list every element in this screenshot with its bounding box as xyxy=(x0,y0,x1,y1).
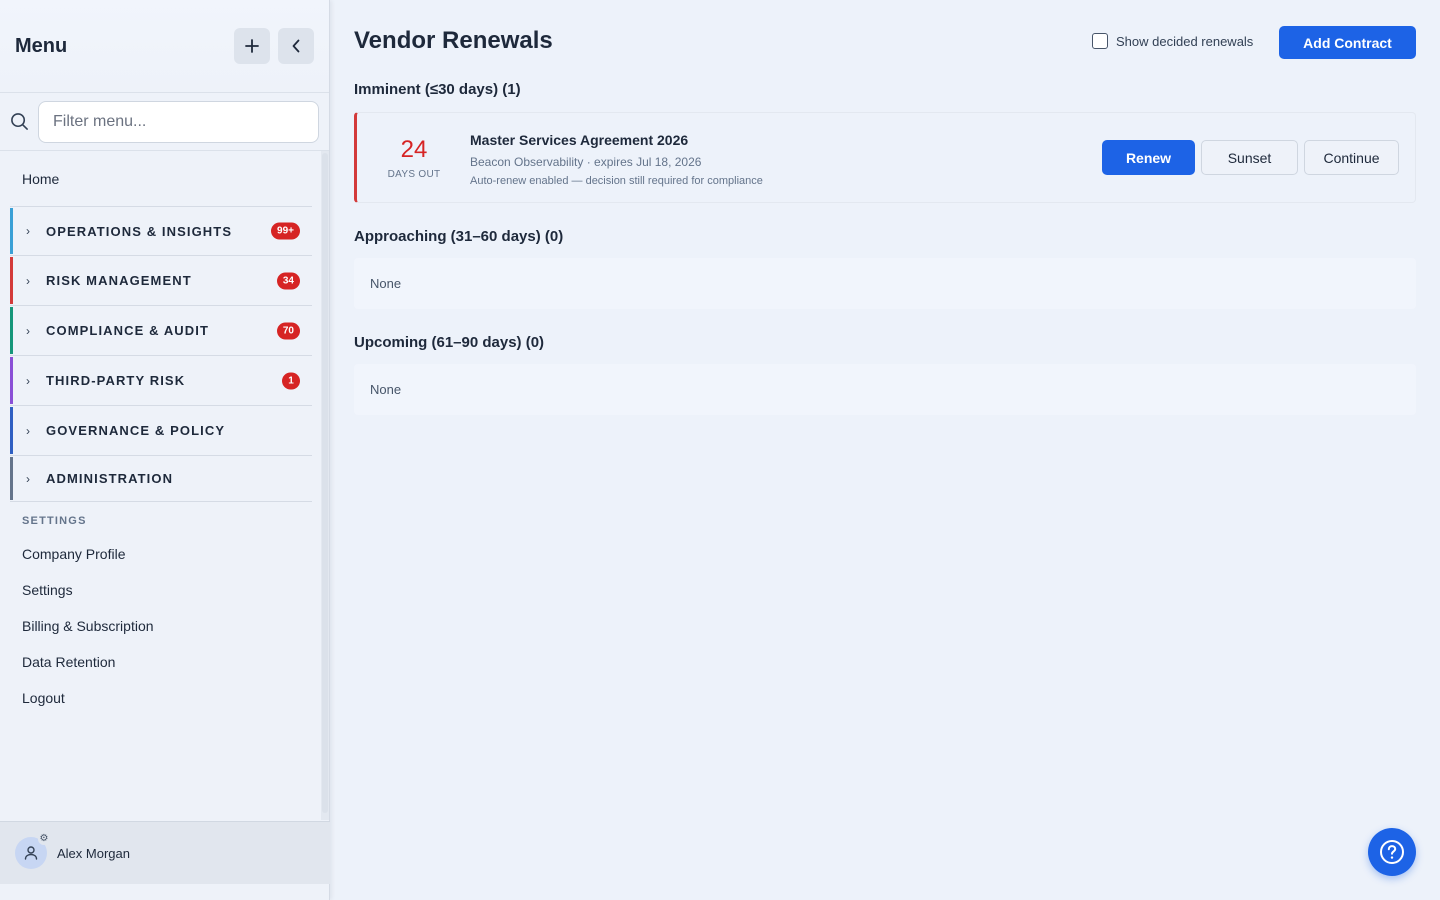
section-label: ADMINISTRATION xyxy=(46,471,174,486)
avatar[interactable]: ⚙ xyxy=(15,833,50,869)
empty-state-approaching: None xyxy=(354,258,1416,309)
chevron-right-icon: › xyxy=(26,423,30,438)
gear-icon: ⚙ xyxy=(38,833,50,845)
sidebar-scrollbar[interactable] xyxy=(321,151,329,820)
help-button[interactable] xyxy=(1368,828,1416,876)
section-compliance-audit[interactable]: › COMPLIANCE & AUDIT 70 xyxy=(10,306,312,356)
section-color-bar xyxy=(10,357,13,404)
section-administration[interactable]: › ADMINISTRATION xyxy=(10,456,312,502)
show-decided-toggle[interactable]: Show decided renewals xyxy=(1092,33,1253,49)
sidebar-title: Menu xyxy=(15,34,68,57)
sidebar: Menu Home › OP xyxy=(0,0,330,900)
add-contract-button[interactable]: Add Contract xyxy=(1279,26,1416,59)
chevron-right-icon: › xyxy=(26,323,30,338)
days-out-count: 24 xyxy=(400,136,428,163)
filter-menu-input[interactable] xyxy=(38,100,319,143)
sidebar-header: Menu xyxy=(0,0,329,93)
chevron-left-icon xyxy=(292,39,300,53)
sidebar-actions xyxy=(234,28,314,64)
sidebar-scroll-thumb[interactable] xyxy=(322,153,328,813)
section-color-bar xyxy=(10,208,13,254)
days-out-label: DAYS OUT xyxy=(387,169,441,180)
section-third-party-risk[interactable]: › THIRD-PARTY RISK 1 xyxy=(10,356,312,406)
sidebar-search xyxy=(0,93,329,151)
empty-state-upcoming: None xyxy=(354,364,1416,415)
contract-card: 24 DAYS OUT Master Services Agreement 20… xyxy=(354,112,1416,203)
section-label: COMPLIANCE & AUDIT xyxy=(46,323,210,338)
section-label: THIRD-PARTY RISK xyxy=(46,373,186,388)
section-label: OPERATIONS & INSIGHTS xyxy=(46,223,233,239)
count-badge: 1 xyxy=(282,372,300,389)
collapse-sidebar-button[interactable] xyxy=(278,28,314,64)
chevron-right-icon: › xyxy=(26,373,30,388)
contract-meta: Beacon Observability · expires Jul 18, 2… xyxy=(470,155,702,169)
section-color-bar xyxy=(10,307,13,354)
show-decided-label: Show decided renewals xyxy=(1116,33,1254,49)
sidebar-item-billing[interactable]: Billing & Subscription xyxy=(0,608,329,644)
section-risk-management[interactable]: › RISK MANAGEMENT 34 xyxy=(10,256,312,306)
group-title-approaching: Approaching (31–60 days) (0) xyxy=(354,228,564,245)
sidebar-item-logout[interactable]: Logout xyxy=(0,680,329,716)
sidebar-item-settings[interactable]: Settings xyxy=(0,572,329,608)
renew-button[interactable]: Renew xyxy=(1102,140,1195,175)
user-profile[interactable]: ⚙ Alex Morgan xyxy=(0,821,330,884)
sidebar-item-data-retention[interactable]: Data Retention xyxy=(0,644,329,680)
chevron-right-icon: › xyxy=(26,273,30,288)
sunset-button[interactable]: Sunset xyxy=(1201,140,1298,175)
question-circle-icon xyxy=(1380,840,1404,864)
contract-note: Auto-renew enabled — decision still requ… xyxy=(470,175,763,187)
section-color-bar xyxy=(10,407,13,454)
show-decided-checkbox[interactable] xyxy=(1092,33,1108,49)
sidebar-nav: Home › OPERATIONS & INSIGHTS 99+ › RISK … xyxy=(0,151,329,820)
section-color-bar xyxy=(10,457,13,500)
section-governance-policy[interactable]: › GOVERNANCE & POLICY xyxy=(10,406,312,456)
section-operations-insights[interactable]: › OPERATIONS & INSIGHTS 99+ xyxy=(10,206,312,256)
group-title-upcoming: Upcoming (61–90 days) (0) xyxy=(354,334,545,351)
sidebar-item-company-profile[interactable]: Company Profile xyxy=(0,536,329,572)
plus-icon xyxy=(245,39,259,53)
search-icon xyxy=(11,113,28,130)
section-label: RISK MANAGEMENT xyxy=(46,273,192,288)
sidebar-item-home[interactable]: Home xyxy=(0,151,329,206)
count-badge: 70 xyxy=(276,322,300,339)
contract-title: Master Services Agreement 2026 xyxy=(470,132,689,148)
settings-heading: SETTINGS xyxy=(22,515,87,527)
section-color-bar xyxy=(10,257,13,304)
group-title-imminent: Imminent (≤30 days) (1) xyxy=(354,81,521,98)
page-title: Vendor Renewals xyxy=(354,27,553,54)
continue-button[interactable]: Continue xyxy=(1304,140,1399,175)
add-menu-button[interactable] xyxy=(234,28,270,64)
user-icon xyxy=(24,846,38,860)
count-badge: 99+ xyxy=(271,222,300,240)
section-label: GOVERNANCE & POLICY xyxy=(46,423,226,438)
user-name: Alex Morgan xyxy=(57,845,130,861)
chevron-right-icon: › xyxy=(26,471,30,486)
count-badge: 34 xyxy=(276,272,300,289)
chevron-right-icon: › xyxy=(26,224,30,238)
